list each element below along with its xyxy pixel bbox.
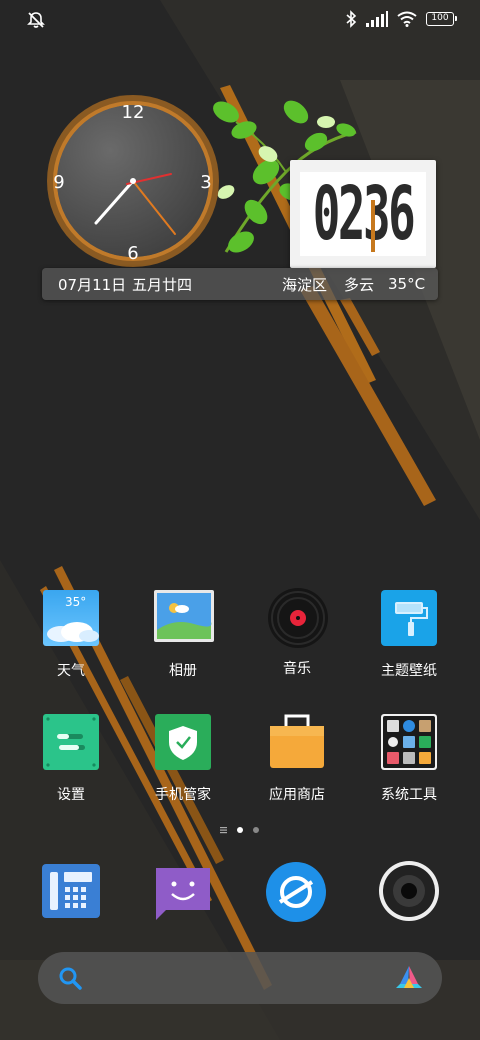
app-label: 主题壁纸 xyxy=(381,663,437,679)
silent-mode-icon xyxy=(27,12,45,28)
page-dot xyxy=(253,827,259,833)
camera-icon xyxy=(379,861,439,921)
music-icon xyxy=(268,588,328,648)
app-label: 手机管家 xyxy=(155,787,211,803)
page-dot-active xyxy=(237,827,243,833)
assistant-logo-icon[interactable] xyxy=(394,964,424,992)
clock-number-3: 3 xyxy=(200,172,211,193)
digital-clock-widget[interactable]: 02 36 xyxy=(290,160,436,268)
clock-separator xyxy=(371,200,375,252)
wifi-icon xyxy=(397,11,417,27)
dock-phone[interactable] xyxy=(42,864,102,924)
app-label: 应用商店 xyxy=(269,787,325,803)
phone-icon xyxy=(42,864,100,918)
theme-icon xyxy=(381,590,437,646)
app-label: 音乐 xyxy=(283,661,311,677)
app-label: 相册 xyxy=(169,663,197,679)
app-store-icon xyxy=(270,714,324,768)
bluetooth-icon xyxy=(346,10,357,28)
lunar-date-text: 五月廿四 xyxy=(132,275,193,294)
app-music[interactable]: 音乐 xyxy=(242,588,352,678)
date-weather-bar[interactable]: 07月11日 五月廿四 海淀区 多云 35°C xyxy=(42,268,438,300)
app-store[interactable]: 应用商店 xyxy=(242,714,352,804)
date-text: 07月11日 xyxy=(58,275,127,294)
gallery-icon xyxy=(154,590,214,642)
settings-icon xyxy=(43,714,99,770)
app-label: 系统工具 xyxy=(381,787,437,803)
messages-icon xyxy=(156,868,210,920)
search-bar[interactable] xyxy=(38,952,442,1004)
app-theme[interactable]: 主题壁纸 xyxy=(354,590,464,680)
app-phone-manager[interactable]: 手机管家 xyxy=(128,714,238,804)
app-system-tools[interactable]: 系统工具 xyxy=(354,714,464,804)
battery-icon: 100 xyxy=(426,12,457,26)
app-label: 天气 xyxy=(57,663,85,679)
browser-icon xyxy=(266,862,326,922)
analog-clock-widget[interactable]: 12 3 6 9 xyxy=(44,92,222,270)
clock-hours: 02 xyxy=(312,171,366,257)
weather-badge: 35° xyxy=(65,595,86,609)
weather-icon: 35° xyxy=(43,590,99,646)
security-icon xyxy=(155,714,211,770)
clock-number-6: 6 xyxy=(127,243,138,264)
temperature-text: 35°C xyxy=(388,275,426,293)
status-bar: 100 xyxy=(0,0,480,40)
dock-messages[interactable] xyxy=(154,866,214,926)
app-gallery[interactable]: 相册 xyxy=(128,590,238,680)
app-label: 设置 xyxy=(57,787,85,803)
weather-condition-text: 多云 xyxy=(344,275,375,294)
district-text: 海淀区 xyxy=(282,275,328,294)
system-tools-folder-icon xyxy=(381,714,437,770)
app-weather[interactable]: 35° 天气 xyxy=(16,590,126,680)
list-view-icon xyxy=(220,827,227,834)
dock-browser[interactable] xyxy=(266,862,326,922)
page-indicator[interactable] xyxy=(0,823,480,837)
clock-number-12: 12 xyxy=(122,102,145,123)
search-icon xyxy=(59,967,82,990)
app-settings[interactable]: 设置 xyxy=(16,714,126,804)
clock-number-9: 9 xyxy=(53,172,64,193)
signal-icon xyxy=(366,11,388,27)
dock-camera[interactable] xyxy=(379,861,439,921)
